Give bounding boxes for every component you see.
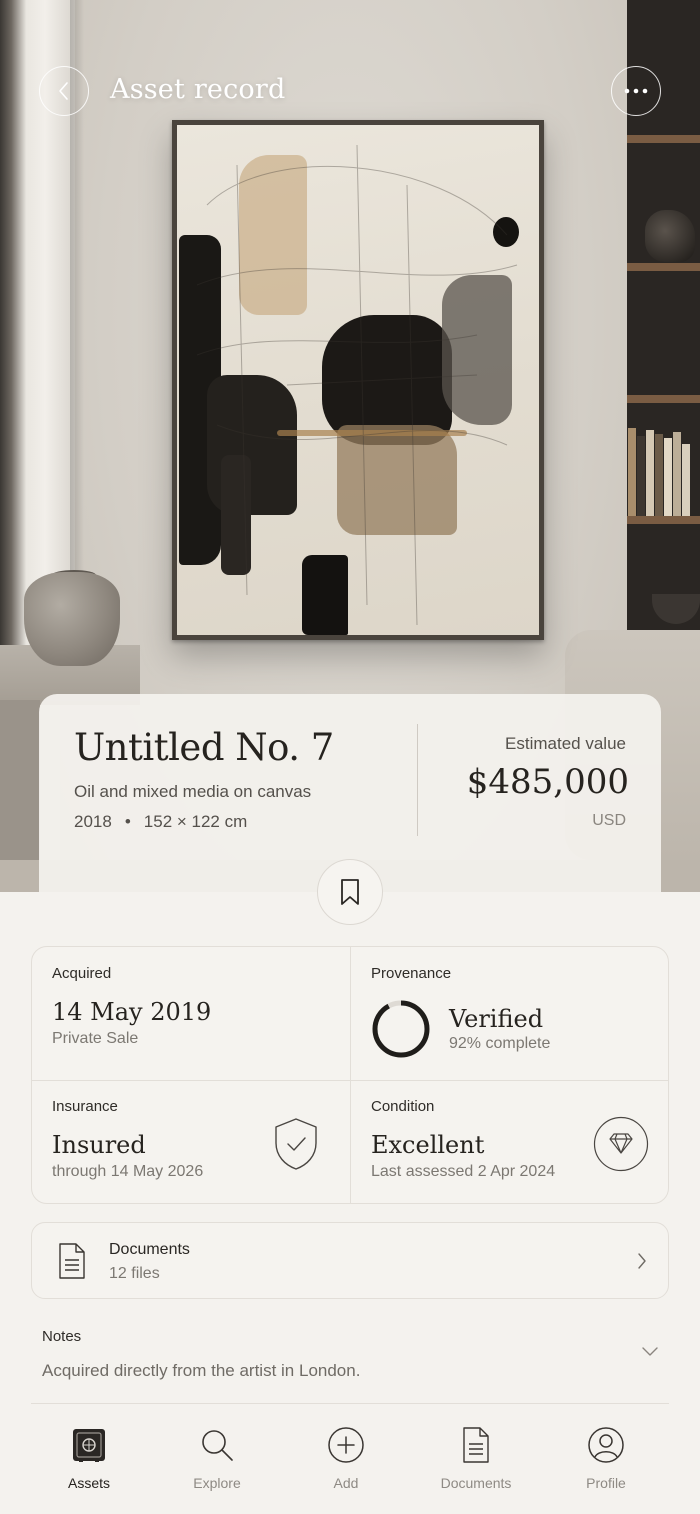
acquired-date: 14 May 2019 [52, 998, 212, 1026]
safe-icon [73, 1429, 105, 1462]
notes-text: Acquired directly from the artist in Lon… [42, 1361, 361, 1380]
provenance-progress-ring [372, 1000, 430, 1058]
tab-label: Profile [586, 1475, 626, 1491]
vase [24, 572, 120, 666]
tab-icon-wrap [291, 1424, 401, 1466]
documents-count: 12 files [109, 1265, 160, 1282]
page-title: Asset record [110, 74, 286, 105]
estimated-value: $485,000 [466, 762, 629, 802]
tab-icon-wrap [162, 1424, 272, 1466]
provenance-cell[interactable]: Provenance Verified 92% complete [371, 965, 651, 1075]
notes-label: Notes [42, 1328, 82, 1345]
sculpture [645, 210, 695, 262]
artwork-dimensions: 152 × 122 cm [143, 812, 248, 831]
chevron-left-icon [59, 82, 68, 100]
acquired-cell[interactable]: Acquired 14 May 2019 Private Sale [52, 965, 211, 1048]
chevron-right-icon [638, 1253, 646, 1269]
shield-check-icon [275, 1118, 317, 1170]
tab-icon-wrap [551, 1424, 661, 1466]
document-icon [463, 1427, 489, 1463]
documents-title: Documents [109, 1241, 190, 1258]
condition-label: Condition [371, 1098, 435, 1115]
shelf [627, 395, 700, 403]
value-label: Estimated value [505, 734, 626, 753]
tab-add[interactable]: Add [291, 1424, 401, 1491]
tab-explore[interactable]: Explore [162, 1424, 272, 1491]
notes-divider [31, 1403, 669, 1404]
card-divider [417, 724, 418, 836]
plus-circle-icon [328, 1427, 364, 1463]
meta-separator: • [124, 812, 131, 831]
asset-stats-grid: Acquired 14 May 2019 Private Sale Proven… [31, 946, 669, 1204]
more-horizontal-icon [624, 88, 648, 94]
acquired-label: Acquired [52, 965, 112, 982]
bookmark-icon [341, 879, 359, 905]
documents-row[interactable]: Documents 12 files [31, 1222, 669, 1299]
shelf [627, 516, 700, 524]
artwork-frame [172, 120, 544, 640]
shelf [627, 263, 700, 271]
tab-label: Add [333, 1475, 359, 1491]
more-options-button[interactable] [611, 66, 661, 116]
insurance-label: Insurance [52, 1098, 118, 1115]
provenance-progress-text: 92% complete [449, 1035, 551, 1052]
tab-profile[interactable]: Profile [551, 1424, 661, 1491]
bookmark-button[interactable] [317, 859, 383, 925]
user-icon [588, 1427, 624, 1463]
books [628, 426, 690, 516]
tab-label: Explore [193, 1475, 241, 1491]
insurance-cell[interactable]: Insurance Insured through 14 May 2026 [52, 1098, 332, 1198]
provenance-label: Provenance [371, 965, 452, 982]
chevron-down-icon[interactable] [640, 1345, 660, 1359]
condition-cell[interactable]: Condition Excellent Last assessed 2 Apr … [371, 1098, 651, 1198]
tab-icon-wrap [421, 1424, 531, 1466]
tab-label: Assets [67, 1475, 110, 1491]
artwork-title: Untitled No. 7 [74, 726, 334, 769]
tab-assets[interactable]: Assets [34, 1424, 144, 1491]
grid-divider [32, 1080, 668, 1081]
document-icon [59, 1243, 85, 1279]
artwork-canvas [177, 125, 539, 635]
provenance-status: Verified [449, 1005, 544, 1033]
scribble-lines [196, 144, 518, 626]
shelf [627, 135, 700, 143]
grid-divider [350, 947, 351, 1203]
artwork-medium: Oil and mixed media on canvas [74, 782, 312, 801]
artwork-meta: 2018 • 152 × 122 cm [74, 812, 247, 832]
artwork-year: 2018 [74, 812, 112, 831]
diamond-icon [593, 1116, 649, 1172]
tab-label: Documents [440, 1475, 512, 1491]
search-icon [202, 1430, 233, 1461]
tab-documents[interactable]: Documents [421, 1424, 531, 1491]
tab-icon-wrap [34, 1424, 144, 1466]
value-currency: USD [592, 812, 626, 829]
acquired-source: Private Sale [52, 1030, 139, 1047]
back-button[interactable] [39, 66, 89, 116]
